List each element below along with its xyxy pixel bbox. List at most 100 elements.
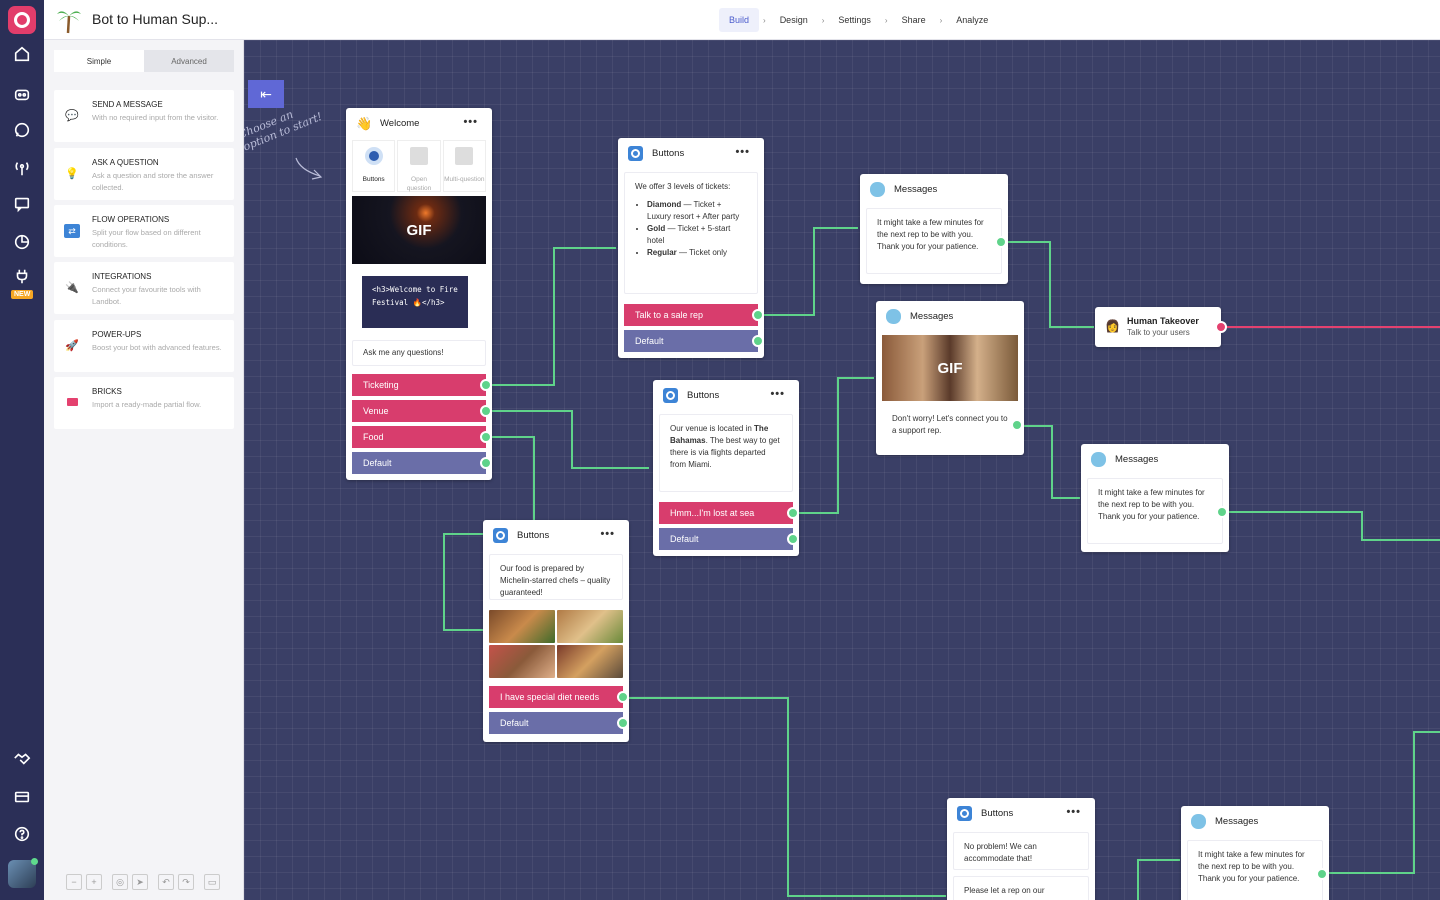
node-menu-icon[interactable]: ••• [735, 146, 750, 158]
redo-button[interactable]: ↷ [178, 874, 194, 890]
step-share[interactable]: Share [892, 8, 936, 32]
node-title: Messages [1215, 816, 1259, 827]
output-port[interactable] [1216, 506, 1228, 518]
button-label: Hmm...I'm lost at sea [670, 508, 755, 518]
user-avatar[interactable] [8, 858, 38, 888]
analytics-pie-icon[interactable] [0, 228, 44, 256]
output-port[interactable] [480, 405, 492, 417]
help-icon[interactable] [0, 820, 44, 848]
block-integrations[interactable]: 🔌 INTEGRATIONS Connect your favourite to… [54, 262, 234, 314]
whatsapp-icon[interactable] [0, 116, 44, 144]
button-venue[interactable]: Venue [352, 400, 492, 422]
node-menu-icon[interactable]: ••• [770, 388, 785, 400]
broadcast-icon[interactable] [0, 154, 44, 182]
palm-tree-icon [57, 11, 81, 34]
node-menu-icon[interactable]: ••• [463, 116, 478, 128]
output-port[interactable] [1215, 321, 1227, 333]
output-port[interactable] [617, 717, 629, 729]
bot-icon[interactable] [0, 80, 44, 108]
undo-button[interactable]: ↶ [158, 874, 174, 890]
handshake-icon[interactable] [0, 745, 44, 773]
block-send-message[interactable]: 💬 SEND A MESSAGE With no required input … [54, 90, 234, 142]
button-special-diet[interactable]: I have special diet needs [489, 686, 629, 708]
builder-steps-nav: Build › Design › Settings › Share › Anal… [719, 8, 998, 32]
chat-icon[interactable] [0, 190, 44, 218]
output-port[interactable] [787, 507, 799, 519]
fit-view-button[interactable]: ◎ [112, 874, 128, 890]
button-default[interactable]: Default [489, 712, 629, 734]
option-label: Open question [406, 176, 432, 192]
block-flow-operations[interactable]: ⇄ FLOW OPERATIONS Split your flow based … [54, 205, 234, 257]
buttons-icon [364, 147, 383, 165]
tab-advanced[interactable]: Advanced [144, 50, 234, 72]
button-label: Talk to a sale rep [635, 310, 704, 320]
button-label: Default [635, 336, 664, 346]
step-build[interactable]: Build [719, 8, 760, 32]
output-port[interactable] [1011, 419, 1023, 431]
human-takeover-node[interactable]: 👩 Human Takeover Talk to your users [1095, 307, 1227, 347]
button-lost-at-sea[interactable]: Hmm...I'm lost at sea [659, 502, 799, 524]
home-icon[interactable] [0, 40, 44, 68]
output-port[interactable] [480, 379, 492, 391]
block-ask-question[interactable]: 💡 ASK A QUESTION Ask a question and stor… [54, 148, 234, 200]
button-food[interactable]: Food [352, 426, 492, 448]
button-label: Default [363, 458, 392, 468]
button-ticketing[interactable]: Ticketing [352, 374, 492, 396]
messages-node-connect[interactable]: Messages GIF Don't worry! Let's connect … [876, 301, 1024, 455]
node-menu-icon[interactable]: ••• [600, 528, 615, 540]
output-port[interactable] [995, 236, 1007, 248]
button-default[interactable]: Default [624, 330, 764, 352]
wire-msg2-msg3 [1016, 425, 1080, 499]
buttons-block-icon [493, 528, 508, 543]
landbot-logo-icon[interactable] [8, 6, 36, 34]
zoom-out-button[interactable]: − [66, 874, 82, 890]
block-title: POWER-UPS [92, 330, 142, 339]
step-analyze[interactable]: Analyze [946, 8, 998, 32]
step-settings[interactable]: Settings [828, 8, 881, 32]
output-port[interactable] [1316, 868, 1328, 880]
reaction-gif: GIF [882, 335, 1018, 401]
waving-hand-icon: 👋 [356, 116, 373, 131]
flow-canvas[interactable]: ⇤ Choose an option to start! 👋 Welcome •… [244, 40, 1440, 900]
output-port[interactable] [787, 533, 799, 545]
messages-node-wait-2[interactable]: Messages It might take a few minutes for… [1081, 444, 1229, 552]
button-default[interactable]: Default [352, 452, 492, 474]
step-design[interactable]: Design [770, 8, 818, 32]
output-port[interactable] [752, 335, 764, 347]
welcome-code-block: <h3>Welcome to Fire Festival 🔥</h3> [362, 276, 468, 328]
node-header: Messages [876, 301, 1024, 331]
node-menu-icon[interactable]: ••• [1066, 806, 1081, 818]
zoom-in-button[interactable]: + [86, 874, 102, 890]
bot-title[interactable]: Bot to Human Sup... [92, 11, 218, 27]
option-buttons[interactable]: Buttons [352, 140, 396, 192]
output-port[interactable] [617, 691, 629, 703]
speech-bubble-icon: 💬 [65, 110, 79, 122]
tab-simple[interactable]: Simple [54, 50, 144, 72]
option-open-question[interactable]: Open question [397, 140, 441, 192]
plug-icon[interactable] [0, 262, 44, 290]
block-power-ups[interactable]: 🚀 POWER-UPS Boost your bot with advanced… [54, 320, 234, 372]
option-label: Buttons [362, 176, 385, 183]
output-port[interactable] [752, 309, 764, 321]
block-bricks[interactable]: BRICKS Import a ready-made partial flow. [54, 377, 234, 429]
buttons-node-food[interactable]: Buttons ••• Our food is prepared by Mich… [483, 520, 629, 742]
messages-node-wait-3[interactable]: Messages It might take a few minutes for… [1181, 806, 1329, 900]
select-tool-button[interactable]: ➤ [132, 874, 148, 890]
collapse-panel-button[interactable]: ⇤ [248, 80, 284, 108]
option-multi-question[interactable]: Multi-question [442, 140, 486, 192]
welcome-node[interactable]: 👋 Welcome ••• Buttons Open question Mult… [346, 108, 492, 480]
step-separator: › [884, 15, 888, 25]
venue-message: Our venue is located in The Bahamas. The… [659, 414, 793, 492]
ticket-item: Gold — Ticket + 5-start hotel [647, 223, 747, 247]
block-title: SEND A MESSAGE [92, 100, 163, 109]
messages-node-wait-1[interactable]: Messages It might take a few minutes for… [860, 174, 1008, 284]
button-default[interactable]: Default [659, 528, 799, 550]
billing-card-icon[interactable] [0, 783, 44, 811]
buttons-node-diet[interactable]: Buttons ••• No problem! We can accommoda… [947, 798, 1095, 900]
buttons-node-venue[interactable]: Buttons ••• Our venue is located in The … [653, 380, 799, 556]
output-port[interactable] [480, 431, 492, 443]
buttons-node-tickets[interactable]: Buttons ••• We offer 3 levels of tickets… [618, 138, 764, 358]
output-port[interactable] [480, 457, 492, 469]
keyboard-shortcuts-button[interactable]: ▭ [204, 874, 220, 890]
button-talk-to-sale-rep[interactable]: Talk to a sale rep [624, 304, 764, 326]
